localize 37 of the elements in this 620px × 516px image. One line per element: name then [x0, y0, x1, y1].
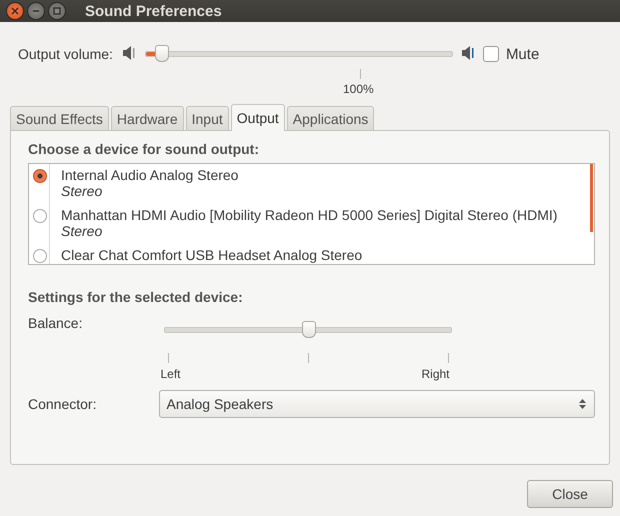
tab[interactable]: Applications — [286, 106, 374, 130]
right-label: Right — [421, 367, 450, 381]
mute-label: Mute — [506, 46, 540, 62]
maximize-icon — [53, 7, 61, 15]
connector-label: Connector: — [28, 396, 96, 412]
maximize-button[interactable] — [48, 2, 66, 20]
device-name: Manhattan HDMI Audio [Mobility Radeon HD 5000 Series] Digital Stereo (HDMI) — [61, 207, 558, 223]
radio-button[interactable] — [33, 209, 47, 223]
connector-dropdown[interactable]: Analog Speakers — [159, 390, 595, 418]
close-dialog-button[interactable]: Close — [527, 480, 613, 508]
window-title: Sound Preferences — [85, 2, 222, 20]
updown-icon — [579, 398, 586, 410]
scrollbar[interactable] — [590, 164, 593, 232]
balance-slider[interactable] — [164, 321, 452, 339]
mute-checkbox[interactable] — [482, 46, 499, 62]
tab[interactable]: Sound Effects — [10, 106, 109, 130]
section-heading: Choose a device for sound output: — [28, 141, 260, 157]
radio-button[interactable] — [33, 169, 47, 183]
speaker-high-icon — [460, 44, 475, 60]
close-icon — [11, 7, 19, 15]
tab[interactable]: Hardware — [110, 106, 184, 130]
volume-slider[interactable] — [144, 45, 453, 63]
section-heading: Settings for the selected device: — [28, 289, 244, 305]
device-profile: Stereo — [61, 223, 104, 239]
radio-button[interactable] — [33, 249, 47, 263]
tab[interactable]: Input — [186, 106, 229, 130]
volume-reading: 100% — [343, 82, 374, 96]
close-button[interactable] — [6, 2, 24, 20]
left-label: Left — [160, 367, 180, 381]
device-name: Internal Audio Analog Stereo — [61, 167, 238, 183]
minimize-button[interactable] — [27, 2, 45, 20]
volume-label: Output volume: — [18, 46, 113, 62]
device-name: Clear Chat Comfort USB Headset Analog Stereo — [61, 247, 362, 263]
device-profile: Stereo — [61, 183, 104, 199]
balance-label: Balance: — [28, 315, 82, 331]
tab[interactable]: Output — [230, 104, 285, 131]
speaker-low-icon — [122, 44, 136, 60]
